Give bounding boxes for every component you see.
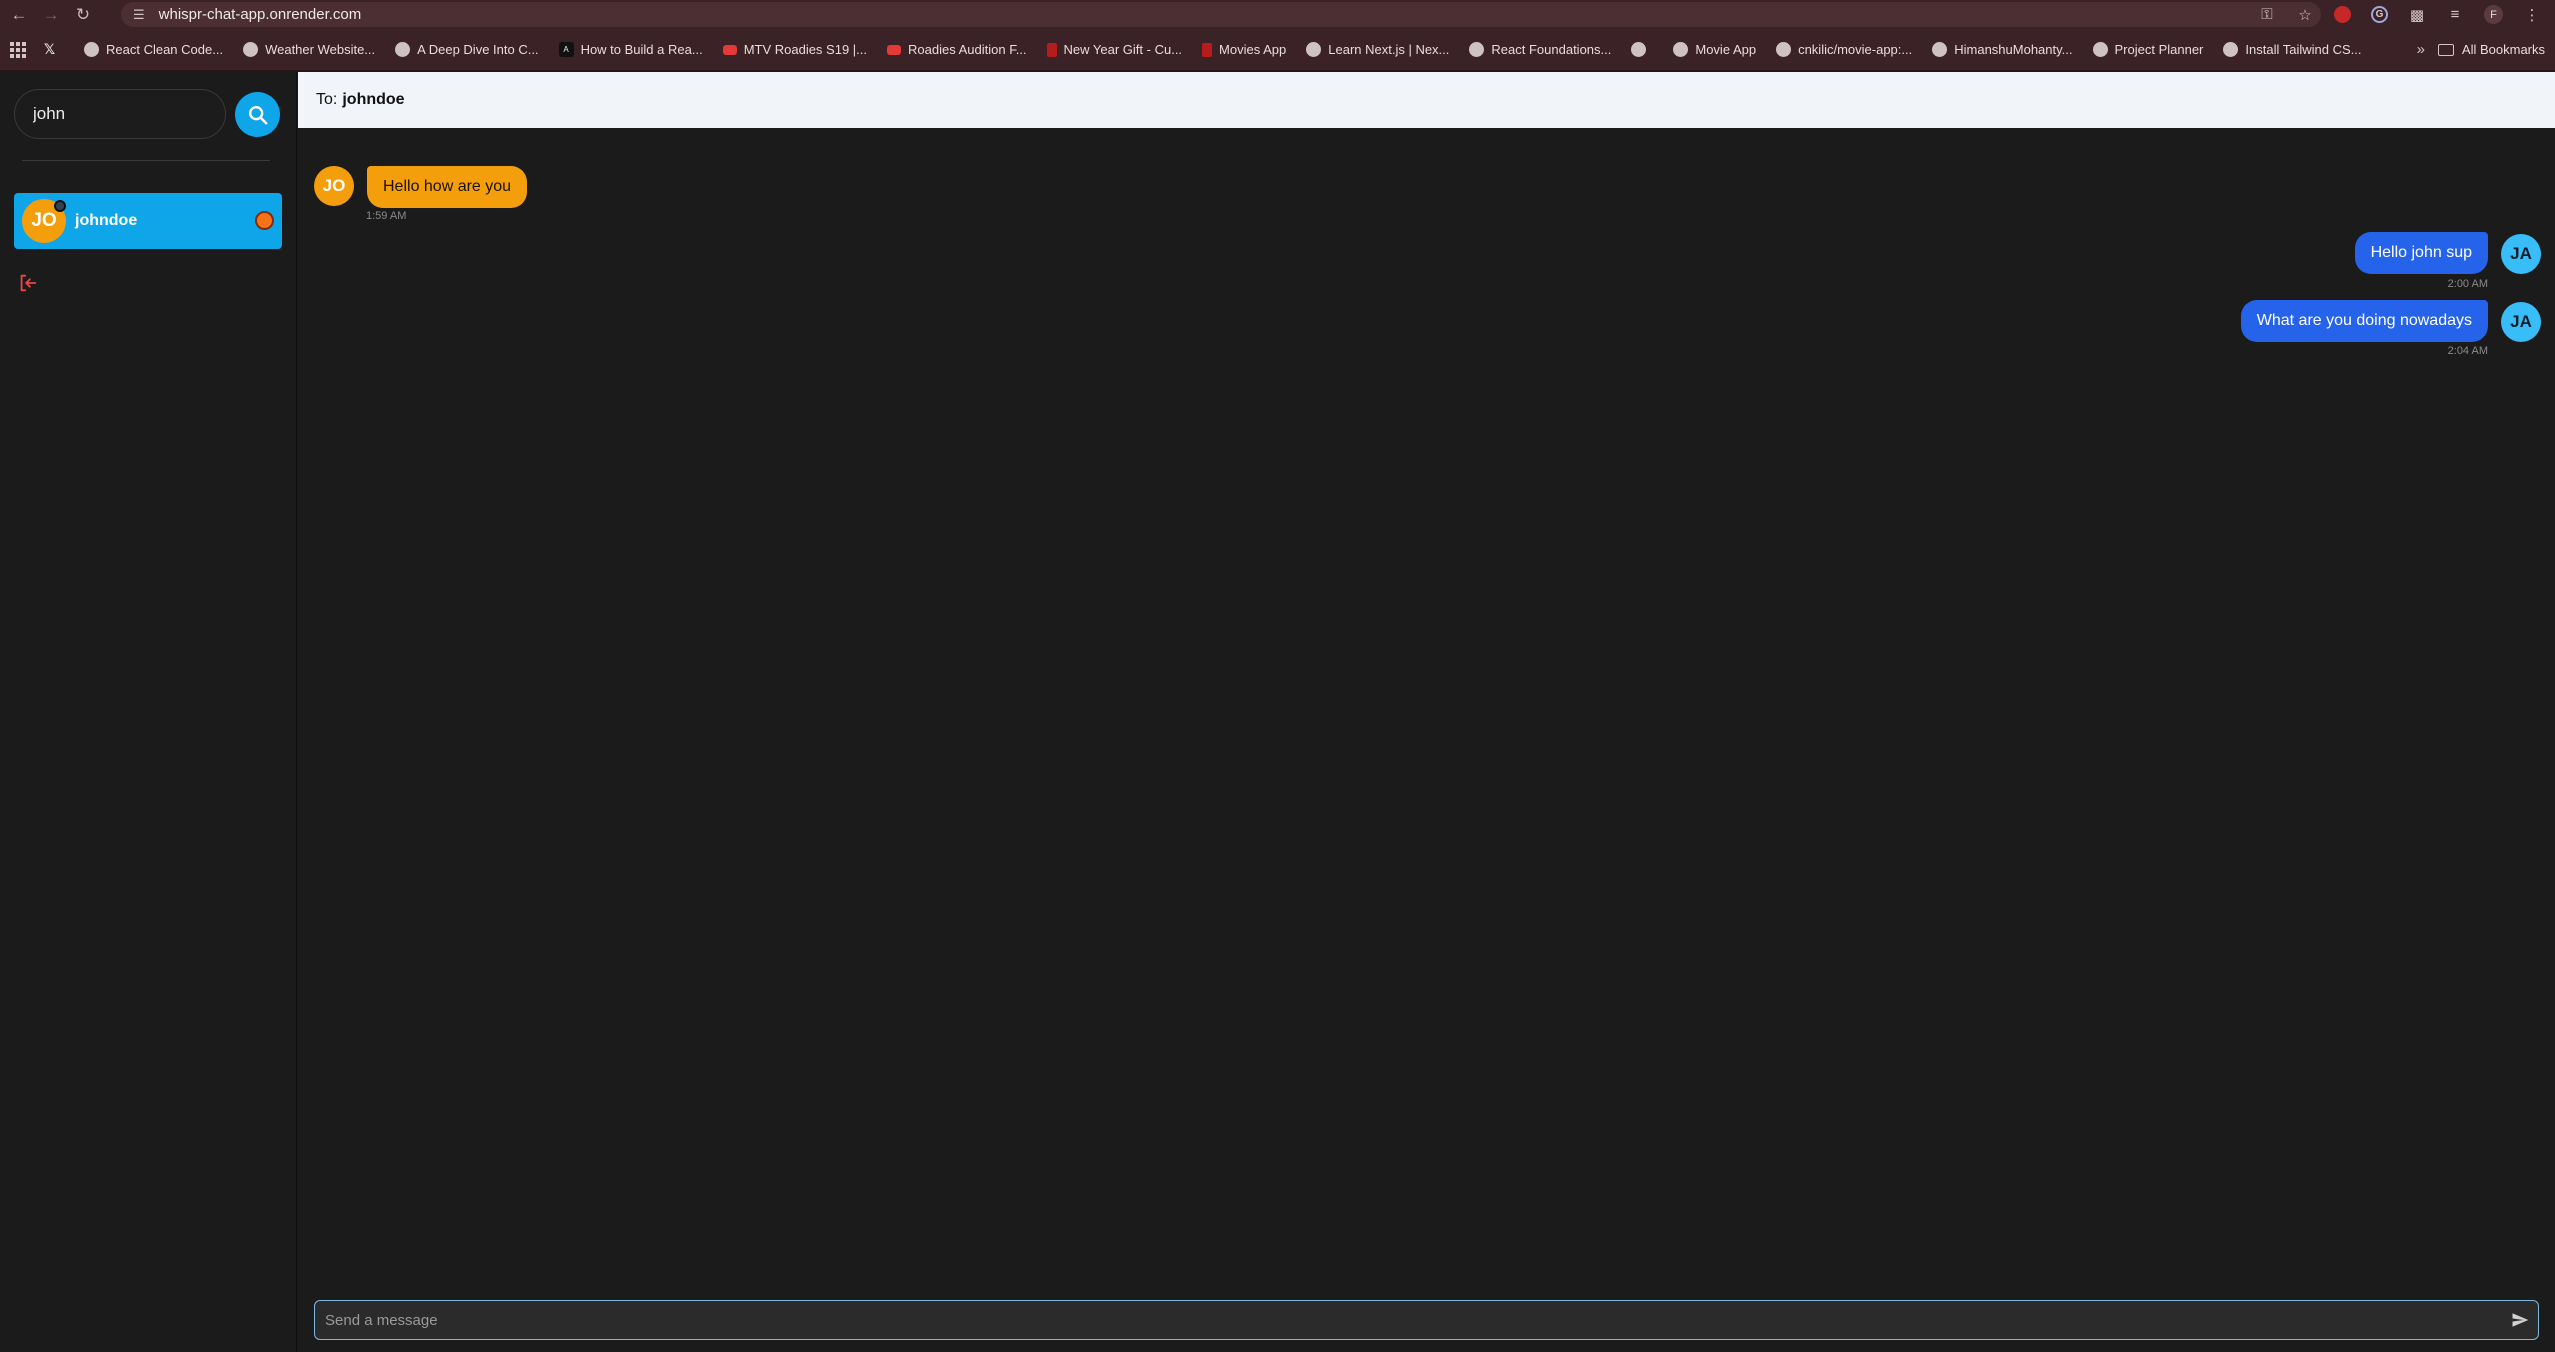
message-bubble: Hello how are you bbox=[367, 166, 528, 208]
extensions-puzzle-icon[interactable]: ▩ bbox=[2408, 6, 2426, 24]
to-label: To: bbox=[316, 91, 338, 108]
search-icon bbox=[248, 105, 267, 124]
message-time: 2:04 AM bbox=[2447, 345, 2488, 357]
bookmark-star-icon[interactable]: ☆ bbox=[2296, 6, 2314, 24]
all-bookmarks-button[interactable]: All Bookmarks bbox=[2437, 42, 2545, 57]
sidebar: JO johndoe bbox=[0, 72, 297, 1352]
url-text: whispr-chat-app.onrender.com bbox=[158, 6, 362, 23]
bookmark-item[interactable]: A Deep Dive Into C... bbox=[395, 42, 539, 57]
to-name: johndoe bbox=[342, 91, 405, 108]
message-outgoing: Hello john sup JA bbox=[2354, 232, 2541, 274]
menu-dots-icon[interactable]: ⋮ bbox=[2523, 6, 2541, 24]
send-icon bbox=[2512, 1313, 2529, 1327]
message-incoming: JO Hello how are you bbox=[314, 166, 528, 208]
bookmark-item[interactable]: React Clean Code... bbox=[84, 42, 223, 57]
message-bubble: Hello john sup bbox=[2354, 232, 2488, 274]
extension-g-icon[interactable]: G bbox=[2371, 6, 2388, 23]
bookmark-item[interactable]: Weather Website... bbox=[243, 42, 375, 57]
globe-icon bbox=[2092, 42, 2108, 57]
sidebar-divider bbox=[22, 160, 270, 161]
globe-icon bbox=[1932, 42, 1948, 57]
key-icon[interactable]: ⚿ bbox=[2258, 6, 2276, 23]
bookmark-item[interactable]: Roadies Audition F... bbox=[887, 42, 1027, 57]
x-logo-icon: 𝕏 bbox=[43, 41, 56, 57]
search-button[interactable] bbox=[235, 92, 280, 137]
message-time: 1:59 AM bbox=[366, 210, 407, 222]
bookmark-item[interactable]: Install Tailwind CS... bbox=[2223, 42, 2361, 57]
bookmark-item[interactable]: New Year Gift - Cu... bbox=[1046, 42, 1182, 57]
back-icon[interactable]: ← bbox=[6, 2, 32, 28]
chat-panel: To: johndoe JO Hello how are you 1:59 AM… bbox=[298, 72, 2555, 1352]
contact-item-johndoe[interactable]: JO johndoe bbox=[14, 193, 282, 249]
bookmark-item[interactable] bbox=[1631, 42, 1653, 57]
bookmark-item[interactable]: A How to Build a Rea... bbox=[558, 42, 703, 57]
sender-avatar: JA bbox=[2501, 302, 2541, 342]
profile-avatar[interactable]: F bbox=[2484, 5, 2503, 24]
globe-icon bbox=[84, 42, 99, 57]
bookmark-item[interactable]: MTV Roadies S19 |... bbox=[722, 42, 867, 57]
red-doc-icon bbox=[1046, 42, 1057, 57]
logout-button[interactable] bbox=[17, 272, 39, 294]
globe-icon bbox=[2223, 42, 2239, 57]
bookmark-item[interactable]: Movie App bbox=[1673, 42, 1756, 57]
message-time: 2:00 AM bbox=[2447, 278, 2488, 290]
status-dot bbox=[54, 200, 66, 212]
bookmark-list: 𝕏 React Clean Code... Weather Website...… bbox=[42, 41, 2381, 57]
message-bubble: What are you doing nowadays bbox=[2240, 300, 2488, 342]
extension-red-icon[interactable] bbox=[2334, 6, 2351, 23]
bookmark-item[interactable]: 𝕏 bbox=[42, 41, 64, 57]
message-outgoing: What are you doing nowadays JA bbox=[2240, 300, 2541, 342]
more-bookmarks-chevron-icon[interactable]: » bbox=[2417, 41, 2425, 58]
site-settings-icon[interactable]: ☰ bbox=[133, 7, 145, 23]
forward-icon[interactable]: → bbox=[38, 2, 64, 28]
globe-icon bbox=[243, 42, 259, 57]
browser-toolbar: ← → ↻ ☰ whispr-chat-app.onrender.com ⚿ ☆… bbox=[0, 0, 2555, 29]
a-logo-icon: A bbox=[558, 42, 574, 57]
reading-list-icon[interactable]: ≡ bbox=[2446, 6, 2464, 23]
sender-avatar: JA bbox=[2501, 234, 2541, 274]
globe-icon bbox=[395, 42, 411, 57]
message-input[interactable] bbox=[315, 1301, 2502, 1339]
bookmark-item[interactable]: HimanshuMohanty... bbox=[1932, 42, 2073, 57]
message-composer bbox=[314, 1300, 2539, 1340]
globe-icon bbox=[1673, 42, 1689, 57]
bookmarks-bar: 𝕏 React Clean Code... Weather Website...… bbox=[0, 29, 2555, 71]
contact-emoji-icon bbox=[255, 211, 274, 230]
sender-avatar: JO bbox=[314, 166, 354, 206]
red-doc-icon bbox=[1202, 42, 1213, 57]
logout-icon bbox=[20, 274, 37, 292]
globe-icon bbox=[1469, 42, 1485, 57]
folder-icon bbox=[2437, 43, 2454, 56]
bookmark-item[interactable]: Learn Next.js | Nex... bbox=[1306, 42, 1449, 57]
bookmark-item[interactable]: cnkilic/movie-app:... bbox=[1776, 42, 1912, 57]
bookmark-item[interactable]: Project Planner bbox=[2092, 42, 2203, 57]
contact-avatar: JO bbox=[22, 199, 66, 243]
youtube-icon bbox=[887, 44, 902, 55]
contact-name: johndoe bbox=[75, 212, 138, 229]
browser-actions: ⚿ ☆ G ▩ ≡ F ⋮ bbox=[2258, 0, 2555, 29]
send-button[interactable] bbox=[2502, 1302, 2538, 1338]
globe-icon bbox=[1631, 42, 1647, 57]
globe-icon bbox=[1306, 42, 1322, 57]
globe-icon bbox=[1776, 42, 1792, 57]
search-row bbox=[14, 89, 280, 139]
search-input[interactable] bbox=[14, 89, 226, 139]
reload-icon[interactable]: ↻ bbox=[70, 2, 96, 28]
apps-grid-icon[interactable] bbox=[10, 41, 26, 58]
address-bar[interactable]: ☰ whispr-chat-app.onrender.com bbox=[121, 2, 2321, 27]
youtube-icon bbox=[722, 44, 737, 55]
bookmark-item[interactable]: Movies App bbox=[1202, 42, 1286, 57]
bookmark-item[interactable]: React Foundations... bbox=[1469, 42, 1611, 57]
chat-header: To: johndoe bbox=[298, 72, 2555, 128]
